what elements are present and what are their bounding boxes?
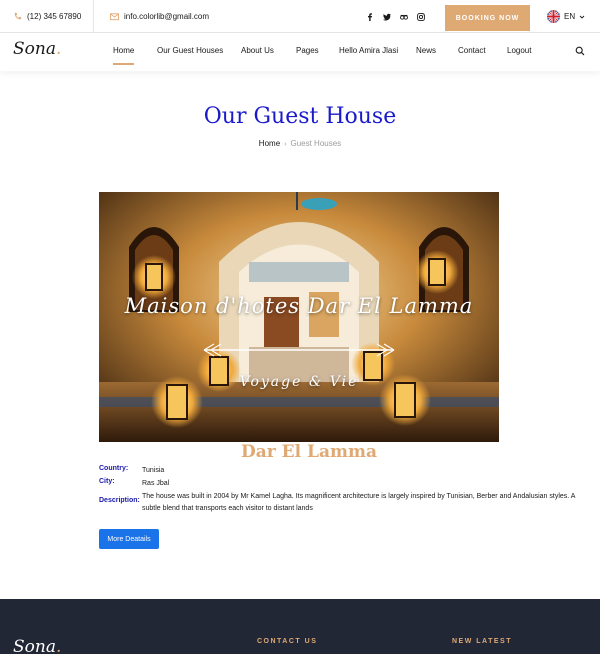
logo-dot: . — [55, 39, 62, 59]
nav-item-contact[interactable]: Contact — [458, 33, 486, 71]
email-address: info.colorlib@gmail.com — [124, 12, 210, 21]
nav-item-user-greeting[interactable]: Hello Amira Jlasi — [339, 33, 398, 71]
house-name: Dar El Lamma — [241, 442, 377, 462]
tripadvisor-icon[interactable] — [400, 13, 408, 21]
footer-logo[interactable]: Sona. — [13, 637, 61, 654]
footer-logo-text: Sona — [13, 637, 56, 654]
city-label: City: — [99, 478, 115, 485]
main-navigation: Sona. Home Our Guest Houses About Us Pag… — [0, 33, 600, 71]
top-bar: (12) 345 67890 info.colorlib@gmail.com B… — [0, 0, 600, 33]
breadcrumb-current: Guest Houses — [290, 139, 342, 148]
topbar-divider — [93, 0, 94, 33]
city-value: Ras Jbal — [142, 480, 170, 487]
language-code: EN — [564, 12, 576, 21]
instagram-icon[interactable] — [417, 12, 425, 21]
nav-item-home[interactable]: Home — [113, 39, 135, 65]
nav-item-logout[interactable]: Logout — [507, 33, 531, 71]
description-label: Description: — [99, 497, 140, 504]
footer-logo-dot: . — [55, 637, 62, 654]
phone-icon — [14, 12, 22, 20]
phone-number: (12) 345 67890 — [27, 12, 82, 21]
social-links — [366, 0, 425, 33]
booking-now-button[interactable]: BOOKING NOW — [445, 5, 530, 31]
page-title: Our Guest House — [203, 104, 397, 129]
language-selector[interactable]: EN — [547, 0, 585, 33]
more-details-button[interactable]: More Deatails — [99, 529, 159, 549]
site-logo[interactable]: Sona. — [13, 39, 61, 59]
footer-contact-heading: CONTACT US — [257, 638, 318, 645]
country-value: Tunisia — [142, 467, 165, 474]
image-caption-title: Maison d'hotes Dar El Lamma — [124, 294, 474, 318]
twitter-icon[interactable] — [383, 13, 391, 21]
breadcrumb-home[interactable]: Home — [259, 139, 280, 148]
nav-item-guest-houses[interactable]: Our Guest Houses — [157, 33, 223, 71]
logo-text: Sona — [13, 39, 56, 59]
image-caption-subtitle: Voyage & Vie — [239, 374, 359, 390]
footer-news-heading: NEW LATEST — [452, 638, 512, 645]
breadcrumb: Home › Guest Houses — [0, 139, 600, 148]
guest-house-image: Maison d'hotes Dar El Lamma Voyage & Vie — [99, 192, 499, 442]
country-label: Country: — [99, 465, 129, 472]
search-icon[interactable] — [575, 46, 585, 56]
nav-item-about-us[interactable]: About Us — [241, 33, 274, 71]
nav-item-news[interactable]: News — [416, 33, 436, 71]
email-info: info.colorlib@gmail.com — [110, 0, 209, 33]
description-value: The house was built in 2004 by Mr Kamel … — [142, 493, 576, 512]
footer: Sona. CONTACT US NEW LATEST — [0, 599, 600, 654]
breadcrumb-separator-icon: › — [284, 141, 287, 148]
envelope-icon — [110, 13, 119, 21]
uk-flag-icon — [547, 10, 560, 23]
facebook-icon[interactable] — [366, 12, 374, 21]
chevron-down-icon — [579, 15, 585, 19]
phone-info: (12) 345 67890 — [13, 0, 81, 33]
nav-item-pages[interactable]: Pages — [296, 33, 319, 71]
